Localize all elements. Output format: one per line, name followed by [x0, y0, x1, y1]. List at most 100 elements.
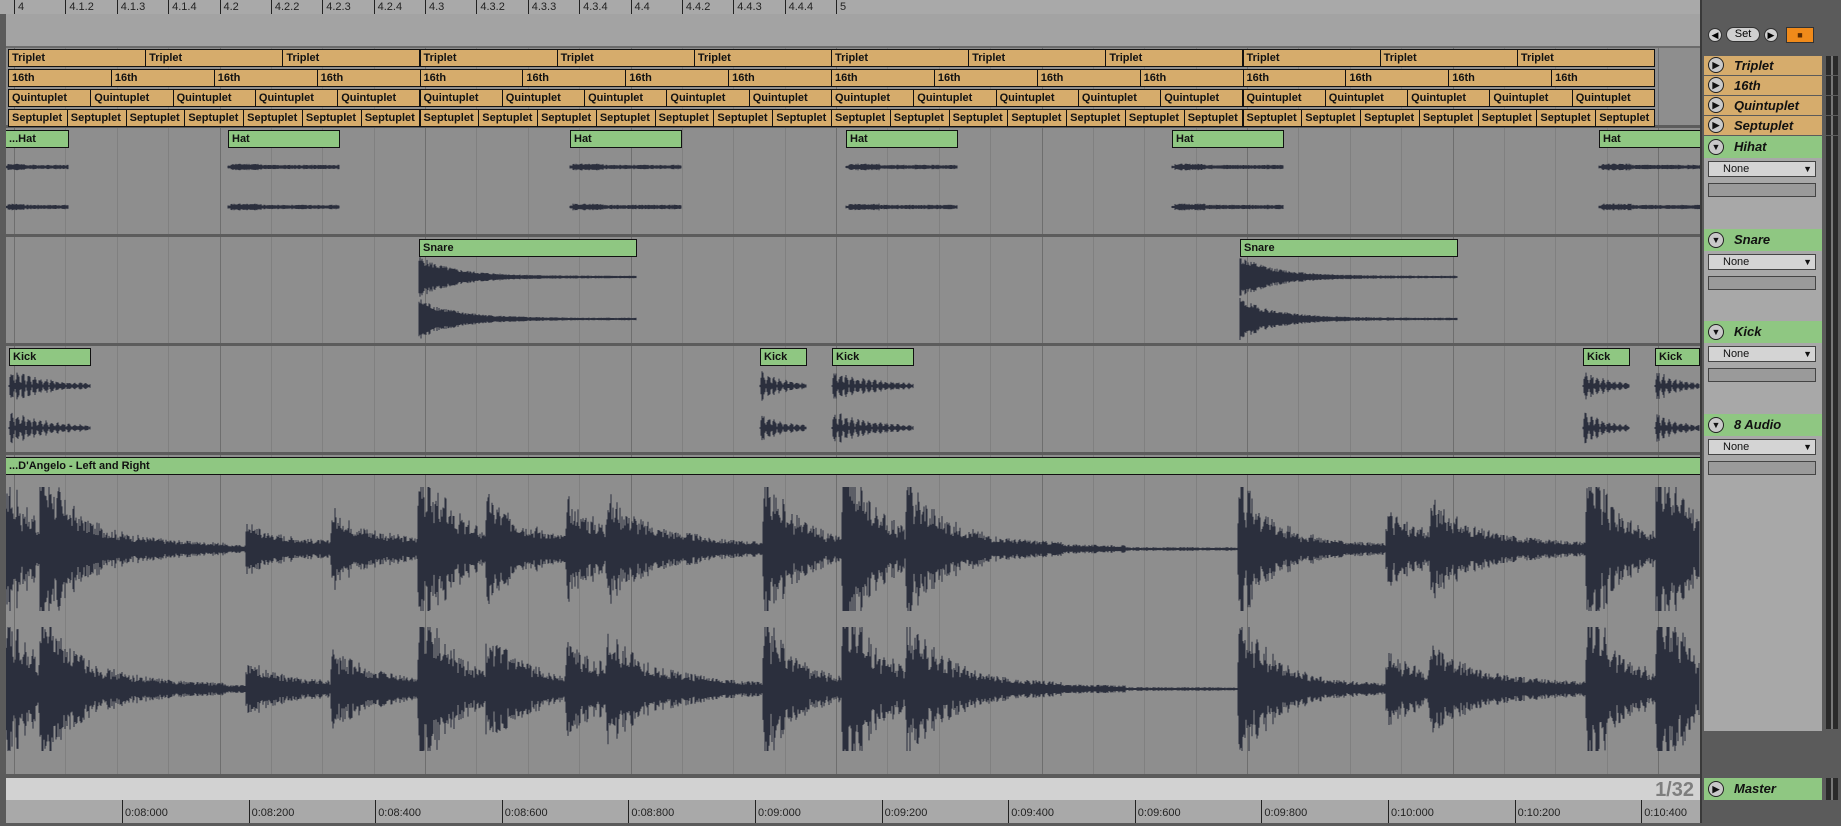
clip-septuplet[interactable]: Septuplet	[1007, 109, 1068, 127]
clip-septuplet[interactable]: Septuplet	[889, 109, 950, 127]
clip-quintuplet[interactable]: Quintuplet	[748, 89, 832, 107]
clip-hihat[interactable]: ...Hat	[6, 130, 69, 148]
clip-triplet[interactable]: Triplet	[556, 49, 695, 67]
clip-16th[interactable]: 16th	[213, 69, 318, 87]
clip-septuplet[interactable]: Septuplet	[1124, 109, 1185, 127]
channel-select[interactable]	[1708, 276, 1816, 290]
arrangement-view[interactable]: Triplet Triplet Triplet Triplet Triplet Tripl…	[6, 48, 1700, 774]
clip-septuplet[interactable]: Septuplet	[713, 109, 774, 127]
clip-hihat[interactable]: Hat	[228, 130, 340, 148]
clip-triplet[interactable]: Triplet	[145, 49, 284, 67]
clip-quintuplet[interactable]: Quintuplet	[90, 89, 174, 107]
clip-16th[interactable]: 16th	[625, 69, 730, 87]
clip-triplet[interactable]: Triplet	[419, 49, 558, 67]
clip-kick[interactable]: Kick	[1583, 348, 1630, 366]
track-header-snare[interactable]: ▼ Snare	[1704, 229, 1822, 251]
clip-septuplet[interactable]: Septuplet	[184, 109, 245, 127]
clip-quintuplet[interactable]: Quintuplet	[1571, 89, 1655, 107]
play-icon[interactable]: ▶	[1708, 57, 1724, 73]
clip-septuplet[interactable]: Septuplet	[125, 109, 186, 127]
clip-septuplet[interactable]: Septuplet	[1183, 109, 1244, 127]
clip-16th[interactable]: 16th	[1139, 69, 1244, 87]
clip-septuplet[interactable]: Septuplet	[419, 109, 480, 127]
clip-septuplet[interactable]: Septuplet	[243, 109, 303, 127]
clip-quintuplet[interactable]: Quintuplet	[584, 89, 668, 107]
fold-icon[interactable]: ▼	[1708, 324, 1724, 340]
clip-kick[interactable]: Kick	[832, 348, 914, 366]
clip-septuplet[interactable]: Septuplet	[478, 109, 539, 127]
clip-triplet[interactable]: Triplet	[282, 49, 421, 67]
track-header-septuplet[interactable]: ▶ Septuplet	[1704, 116, 1822, 135]
time-ruler[interactable]: 0:08:000 0:08:200 0:08:400 0:08:600 0:08:800…	[6, 800, 1700, 823]
track-header-master[interactable]: ▶ Master	[1704, 778, 1822, 800]
clip-septuplet[interactable]: Septuplet	[948, 109, 1009, 127]
clip-16th[interactable]: 16th	[522, 69, 627, 87]
play-icon[interactable]: ▶	[1708, 781, 1724, 797]
clip-quintuplet[interactable]: Quintuplet	[337, 89, 421, 107]
lock-icon[interactable]: ■	[1786, 27, 1814, 43]
clip-kick[interactable]: Kick	[760, 348, 807, 366]
input-routing-select[interactable]: None ▼	[1708, 439, 1816, 455]
clip-septuplet[interactable]: Septuplet	[1595, 109, 1655, 127]
clip-septuplet[interactable]: Septuplet	[537, 109, 597, 127]
clip-quintuplet[interactable]: Quintuplet	[1407, 89, 1491, 107]
set-locator-button[interactable]: Set	[1726, 27, 1760, 42]
clip-16th[interactable]: 16th	[1448, 69, 1553, 87]
play-icon[interactable]: ▶	[1708, 77, 1724, 93]
clip-triplet[interactable]: Triplet	[1242, 49, 1381, 67]
clip-hihat[interactable]: Hat	[570, 130, 682, 148]
clip-septuplet[interactable]: Septuplet	[8, 109, 68, 127]
clip-triplet[interactable]: Triplet	[8, 49, 147, 67]
clip-triplet[interactable]: Triplet	[1516, 49, 1655, 67]
clip-septuplet[interactable]: Septuplet	[66, 109, 127, 127]
clip-16th[interactable]: 16th	[831, 69, 935, 87]
clip-quintuplet[interactable]: Quintuplet	[913, 89, 997, 107]
clip-triplet[interactable]: Triplet	[1379, 49, 1518, 67]
clip-quintuplet[interactable]: Quintuplet	[172, 89, 256, 107]
clip-16th[interactable]: 16th	[1036, 69, 1141, 87]
clip-septuplet[interactable]: Septuplet	[831, 109, 891, 127]
clip-kick[interactable]: Kick	[1655, 348, 1700, 366]
channel-select[interactable]	[1708, 183, 1816, 197]
clip-septuplet[interactable]: Septuplet	[1477, 109, 1538, 127]
clip-quintuplet[interactable]: Quintuplet	[666, 89, 750, 107]
clip-septuplet[interactable]: Septuplet	[360, 109, 421, 127]
clip-kick[interactable]: Kick	[9, 348, 91, 366]
input-routing-select[interactable]: None ▼	[1708, 254, 1816, 270]
clip-quintuplet[interactable]: Quintuplet	[1324, 89, 1409, 107]
track-header-triplet[interactable]: ▶ Triplet	[1704, 56, 1822, 75]
clip-triplet[interactable]: Triplet	[693, 49, 832, 67]
clip-hihat[interactable]: Hat	[1599, 130, 1700, 148]
fold-icon[interactable]: ▼	[1708, 417, 1724, 433]
fold-icon[interactable]: ▼	[1708, 139, 1724, 155]
clip-16th[interactable]: 16th	[110, 69, 215, 87]
input-routing-select[interactable]: None ▼	[1708, 161, 1816, 177]
clip-triplet[interactable]: Triplet	[1105, 49, 1244, 67]
track-header-hihat[interactable]: ▼ Hihat	[1704, 136, 1822, 158]
clip-16th[interactable]: 16th	[728, 69, 832, 87]
clip-16th[interactable]: 16th	[1242, 69, 1347, 87]
channel-select[interactable]	[1708, 461, 1816, 475]
clip-septuplet[interactable]: Septuplet	[654, 109, 715, 127]
clip-hihat[interactable]: Hat	[846, 130, 958, 148]
clip-triplet[interactable]: Triplet	[831, 49, 970, 67]
track-header-16th[interactable]: ▶ 16th	[1704, 76, 1822, 95]
arrow-left-icon[interactable]: ◀	[1708, 28, 1722, 42]
clip-quintuplet[interactable]: Quintuplet	[995, 89, 1079, 107]
arrow-right-icon[interactable]: ▶	[1764, 28, 1778, 42]
clip-16th[interactable]: 16th	[316, 69, 421, 87]
clip-snare[interactable]: Snare	[1240, 239, 1458, 257]
clip-snare[interactable]: Snare	[419, 239, 637, 257]
clip-septuplet[interactable]: Septuplet	[1301, 109, 1362, 127]
play-icon[interactable]: ▶	[1708, 97, 1724, 113]
clip-quintuplet[interactable]: Quintuplet	[1077, 89, 1162, 107]
track-header-8-audio[interactable]: ▼ 8 Audio	[1704, 414, 1822, 436]
clip-quintuplet[interactable]: Quintuplet	[1489, 89, 1573, 107]
clip-16th[interactable]: 16th	[1551, 69, 1655, 87]
clip-septuplet[interactable]: Septuplet	[772, 109, 832, 127]
clip-16th[interactable]: 16th	[933, 69, 1038, 87]
clip-septuplet[interactable]: Septuplet	[1066, 109, 1126, 127]
clip-quintuplet[interactable]: Quintuplet	[831, 89, 915, 107]
channel-select[interactable]	[1708, 368, 1816, 382]
clip-septuplet[interactable]: Septuplet	[1360, 109, 1420, 127]
